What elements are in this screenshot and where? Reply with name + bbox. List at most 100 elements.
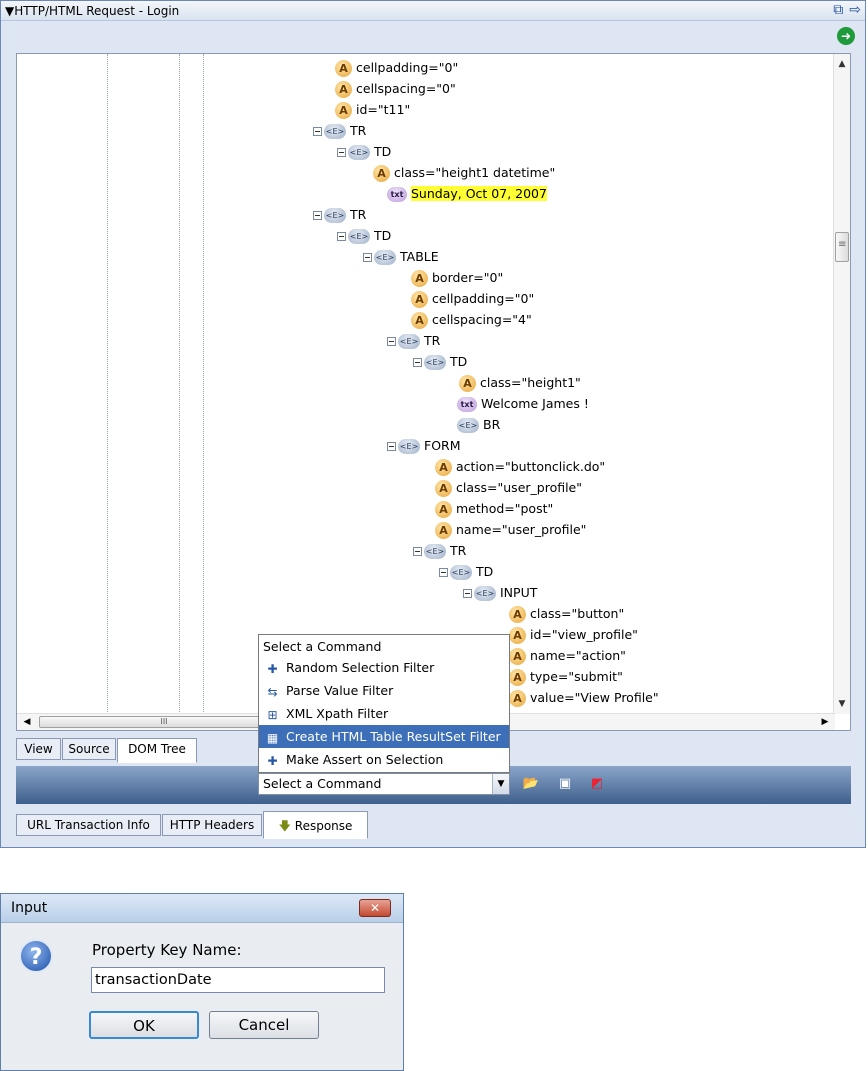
collapse-toggle-icon[interactable] [363, 253, 372, 262]
tree-node-label: type="submit" [530, 669, 623, 684]
chevron-down-icon[interactable]: ▼ [492, 774, 509, 794]
command-select[interactable]: Select a Command ▼ [258, 773, 510, 795]
collapse-toggle-icon[interactable] [463, 589, 472, 598]
tree-node-label: TR [350, 207, 367, 222]
tree-node-attr[interactable]: Acellpadding="0" [335, 58, 458, 78]
tree-node-label: cellpadding="0" [432, 291, 535, 306]
save-icon[interactable]: ▣ [556, 776, 574, 792]
forward-arrow-icon[interactable]: ⇨ [849, 2, 861, 18]
collapse-toggle-icon[interactable] [313, 211, 322, 220]
tree-node-element[interactable]: <E> INPUT [463, 583, 537, 603]
tree-node-label: TD [374, 144, 392, 159]
tree-node-element[interactable]: <E> TABLE [363, 247, 439, 267]
attribute-icon: A [335, 81, 352, 98]
collapse-toggle-icon[interactable] [413, 358, 422, 367]
menu-item-create-html-table-resultset-filter[interactable]: ▦ Create HTML Table ResultSet Filter [259, 725, 509, 748]
tree-node-element[interactable]: <E> TR [413, 541, 466, 561]
attribute-icon: A [335, 60, 352, 77]
scroll-right-icon[interactable]: ▶ [817, 714, 833, 730]
scroll-down-icon[interactable]: ▼ [834, 696, 850, 712]
element-icon: <E> [450, 565, 472, 580]
tree-node-element[interactable]: <E> BR [457, 415, 500, 435]
tab-view[interactable]: View [16, 738, 61, 760]
tree-node-label: class="height1" [480, 375, 581, 390]
tree-node-element[interactable]: <E> FORM [387, 436, 461, 456]
scroll-left-icon[interactable]: ◀ [19, 714, 35, 730]
tree-node-element[interactable]: <E> TD [337, 226, 391, 246]
table-filter-icon: ▦ [266, 730, 279, 745]
tree-node-attr[interactable]: Aaction="buttonclick.do" [435, 457, 605, 477]
tree-node-attr[interactable]: Atype="submit" [509, 667, 623, 687]
attribute-icon: A [459, 375, 476, 392]
tree-node-attr[interactable]: Aclass="height1 datetime" [373, 163, 555, 183]
scroll-up-icon[interactable]: ▲ [834, 56, 850, 72]
property-key-label: Property Key Name: [92, 941, 242, 959]
tree-node-attr[interactable]: Aid="view_profile" [509, 625, 638, 645]
tree-node-label: TR [350, 123, 367, 138]
menu-item-parse-value-filter[interactable]: ⇆ Parse Value Filter [259, 679, 509, 702]
tab-response[interactable]: 🡇 Response [263, 811, 368, 839]
property-key-input[interactable]: transactionDate [91, 967, 385, 993]
vertical-scroll-thumb[interactable] [835, 232, 849, 262]
dialog-title: Input [11, 900, 48, 916]
tree-node-label: FORM [424, 438, 461, 453]
collapse-toggle-icon[interactable] [313, 127, 322, 136]
tree-node-text[interactable]: txt Welcome James ! [457, 394, 589, 414]
tab-url-transaction-info[interactable]: URL Transaction Info [16, 814, 161, 836]
tree-node-attr[interactable]: Acellspacing="4" [411, 310, 532, 330]
horizontal-scroll-thumb[interactable]: III [39, 716, 289, 728]
collapse-toggle-icon[interactable] [337, 148, 346, 157]
dom-tree-viewer[interactable]: Acellpadding="0" Acellspacing="0" Aid="t11… [16, 53, 851, 731]
element-icon: <E> [474, 586, 496, 601]
tree-node-element[interactable]: <E> TD [439, 562, 493, 582]
tree-node-element[interactable]: <E> TR [387, 331, 440, 351]
tab-dom-tree[interactable]: DOM Tree [117, 738, 197, 763]
tree-node-element[interactable]: <E> TD [337, 142, 391, 162]
tree-node-attr[interactable]: Acellspacing="0" [335, 79, 456, 99]
tree-node-attr[interactable]: Aclass="user_profile" [435, 478, 582, 498]
cancel-button[interactable]: Cancel [209, 1011, 319, 1039]
element-icon: <E> [348, 229, 370, 244]
tab-source[interactable]: Source [62, 738, 116, 760]
tree-node-text[interactable]: txt Sunday, Oct 07, 2007 [387, 184, 547, 204]
tab-http-headers[interactable]: HTTP Headers [162, 814, 262, 836]
tree-node-label: cellspacing="4" [432, 312, 532, 327]
collapse-toggle-icon[interactable] [387, 337, 396, 346]
tree-node-attr[interactable]: Aborder="0" [411, 268, 503, 288]
attribute-icon: A [435, 480, 452, 497]
tree-node-element[interactable]: <E> TD [413, 352, 467, 372]
collapse-toggle-icon[interactable] [387, 442, 396, 451]
vertical-scrollbar[interactable]: ▲ ▼ [833, 54, 850, 714]
open-folder-icon[interactable]: 📂 [522, 776, 540, 792]
tree-node-attr[interactable]: Amethod="post" [435, 499, 553, 519]
menu-item-label: Random Selection Filter [286, 660, 435, 675]
tree-node-element[interactable]: <E> TR [313, 121, 366, 141]
tree-node-attr[interactable]: Acellpadding="0" [411, 289, 534, 309]
tree-node-attr[interactable]: Aclass="height1" [459, 373, 581, 393]
collapse-toggle-icon[interactable] [337, 232, 346, 241]
element-icon: <E> [374, 250, 396, 265]
menu-item-random-selection-filter[interactable]: ✚ Random Selection Filter [259, 656, 509, 679]
tab-response-label: Response [294, 819, 353, 833]
menu-item-make-assert-on-selection[interactable]: ✚ Make Assert on Selection [259, 748, 509, 771]
panel-title: ▼HTTP/HTML Request - Login [5, 4, 180, 18]
menu-item-xml-xpath-filter[interactable]: ⊞ XML Xpath Filter [259, 702, 509, 725]
close-icon[interactable]: ✕ [359, 899, 391, 917]
tree-node-attr[interactable]: Aname="action" [509, 646, 626, 666]
attribute-icon: A [335, 102, 352, 119]
tree-node-attr[interactable]: Aid="t11" [335, 100, 410, 120]
attribute-icon: A [411, 312, 428, 329]
tree-node-attr[interactable]: Avalue="View Profile" [509, 688, 659, 708]
collapse-toggle-icon[interactable] [413, 547, 422, 556]
menu-item-label: Make Assert on Selection [286, 752, 444, 767]
popout-icon[interactable]: ⧉ [833, 2, 843, 18]
ok-button[interactable]: OK [89, 1011, 199, 1039]
clear-icon[interactable]: ◩ [588, 776, 606, 792]
tree-node-attr[interactable]: Aclass="button" [509, 604, 624, 624]
collapse-toggle-icon[interactable] [439, 568, 448, 577]
tree-node-element[interactable]: <E> TR [313, 205, 366, 225]
attribute-icon: A [435, 459, 452, 476]
go-button[interactable]: ➜ [837, 27, 855, 45]
tree-node-label: value="View Profile" [530, 690, 659, 705]
tree-node-attr[interactable]: Aname="user_profile" [435, 520, 586, 540]
